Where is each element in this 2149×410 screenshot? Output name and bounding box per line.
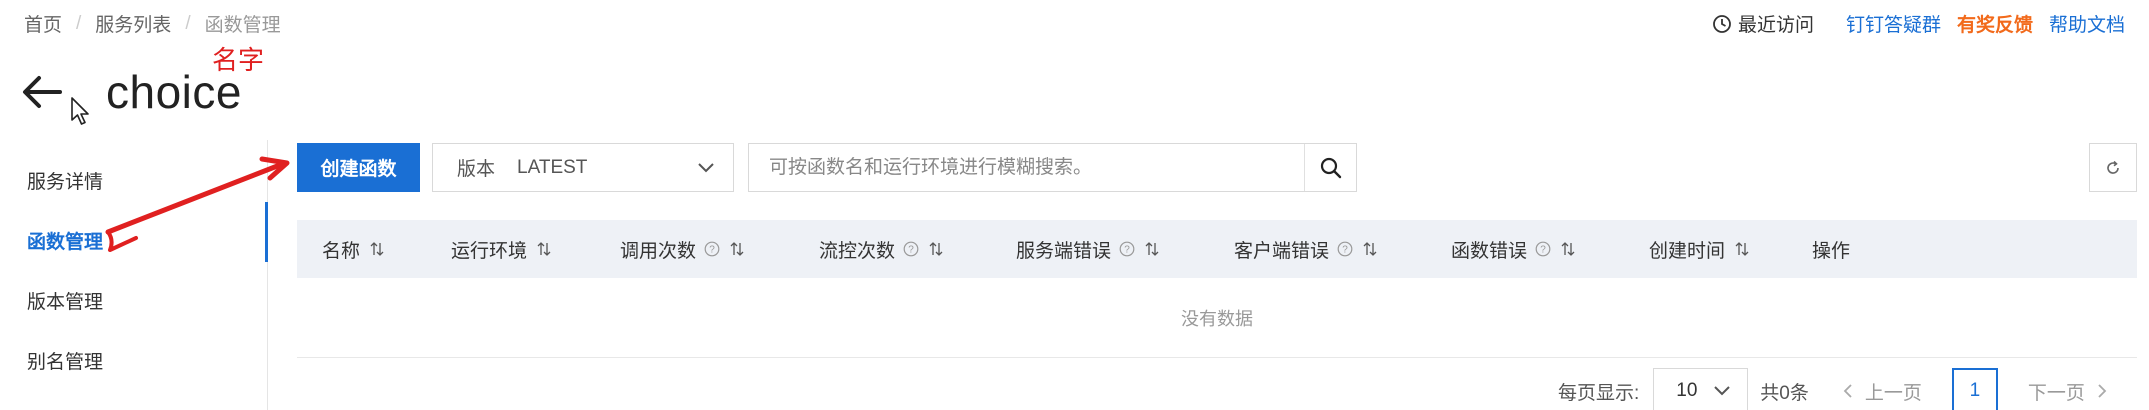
help-docs-link[interactable]: 帮助文档 (2049, 10, 2125, 37)
sidebar-item-service-details[interactable]: 服务详情 (27, 167, 103, 194)
column-header-name[interactable]: 名称 (322, 220, 384, 278)
column-label: 创建时间 (1649, 240, 1726, 262)
per-page-label: 每页显示: (1558, 382, 1640, 404)
feedback-link[interactable]: 有奖反馈 (1957, 10, 2033, 37)
recent-visits-label: 最近访问 (1737, 15, 1814, 36)
back-button[interactable] (22, 72, 66, 112)
column-label: 函数错误 (1451, 240, 1528, 262)
chevron-down-icon (1714, 386, 1730, 396)
help-icon[interactable]: ? (1119, 241, 1135, 257)
total-count: 共0条 (1760, 382, 1809, 404)
search-box (748, 143, 1357, 192)
prev-page-button[interactable]: 上一页 (1843, 378, 1922, 405)
sidebar: 服务详情 函数管理 版本管理 别名管理 (0, 140, 268, 410)
sort-icon[interactable] (1363, 242, 1377, 256)
annotation-name-label: 名字 (212, 45, 265, 75)
breadcrumb-service-list[interactable]: 服务列表 (95, 10, 171, 37)
sort-icon[interactable] (1735, 242, 1749, 256)
title-row: choice (22, 62, 242, 122)
breadcrumb-separator: / (76, 12, 82, 34)
column-header-client-errors[interactable]: 客户端错误 ? (1234, 220, 1377, 278)
help-icon[interactable]: ? (1337, 241, 1353, 257)
column-header-actions: 操作 (1812, 220, 1850, 278)
chevron-left-icon (1843, 384, 1852, 398)
breadcrumb-current: 函数管理 (204, 15, 281, 36)
chevron-down-icon (698, 162, 714, 172)
next-page-label: 下一页 (2027, 382, 2085, 404)
svg-text:?: ? (709, 245, 715, 256)
version-select-value: LATEST (517, 156, 588, 178)
column-header-runtime[interactable]: 运行环境 (451, 220, 551, 278)
page-number-current[interactable]: 1 (1951, 368, 1998, 410)
column-header-invocations[interactable]: 调用次数 ? (620, 220, 744, 278)
sidebar-item-version-management[interactable]: 版本管理 (27, 287, 103, 314)
clock-icon (1713, 14, 1731, 33)
top-links: 最近访问 钉钉答疑群 有奖反馈 帮助文档 (1712, 10, 2125, 37)
sort-icon[interactable] (730, 242, 744, 256)
svg-text:?: ? (1540, 245, 1546, 256)
breadcrumb-home[interactable]: 首页 (24, 10, 62, 37)
arrow-left-icon (23, 76, 62, 108)
column-label: 流控次数 (819, 240, 896, 262)
page-size-value: 10 (1676, 380, 1698, 401)
recent-visits-link[interactable]: 最近访问 (1712, 10, 1814, 37)
toolbar: 创建函数 版本 LATEST (297, 143, 1357, 192)
table-header: 名称 运行环境 调用次数 ? 流控次数 ? 服务端错误 ? 客户端错误 ? 函数… (297, 220, 2137, 278)
breadcrumb: 首页 / 服务列表 / 函数管理 (24, 10, 281, 37)
sidebar-item-function-management[interactable]: 函数管理 (27, 227, 103, 254)
sort-icon[interactable] (370, 242, 384, 256)
column-header-created-time[interactable]: 创建时间 (1649, 220, 1749, 278)
svg-text:?: ? (1124, 245, 1130, 256)
column-label: 服务端错误 (1016, 240, 1112, 262)
create-function-button[interactable]: 创建函数 (297, 143, 420, 192)
version-select[interactable]: 版本 LATEST (432, 143, 734, 192)
search-icon (1320, 157, 1341, 178)
page-size-select[interactable]: 10 (1653, 368, 1749, 410)
svg-text:?: ? (908, 245, 914, 256)
column-label: 操作 (1812, 240, 1851, 262)
mouse-cursor-icon (71, 97, 89, 125)
help-icon[interactable]: ? (704, 241, 720, 257)
dingtalk-group-link[interactable]: 钉钉答疑群 (1846, 10, 1941, 37)
column-label: 调用次数 (620, 240, 697, 262)
search-button[interactable] (1304, 144, 1356, 191)
sort-icon[interactable] (929, 242, 943, 256)
version-select-label: 版本 (457, 159, 496, 180)
column-label: 客户端错误 (1234, 240, 1330, 262)
column-header-server-errors[interactable]: 服务端错误 ? (1016, 220, 1159, 278)
next-page-button[interactable]: 下一页 (2028, 378, 2107, 405)
breadcrumb-separator: / (185, 12, 191, 34)
sort-icon[interactable] (1561, 242, 1575, 256)
column-header-throttles[interactable]: 流控次数 ? (819, 220, 943, 278)
chevron-right-icon (2098, 384, 2107, 398)
help-icon[interactable]: ? (903, 241, 919, 257)
table-empty-state: 没有数据 (297, 278, 2137, 358)
functions-table: 名称 运行环境 调用次数 ? 流控次数 ? 服务端错误 ? 客户端错误 ? 函数… (297, 220, 2137, 358)
sort-icon[interactable] (537, 242, 551, 256)
column-label: 运行环境 (451, 240, 528, 262)
sort-icon[interactable] (1145, 242, 1159, 256)
svg-text:?: ? (1342, 245, 1348, 256)
prev-page-label: 上一页 (1864, 382, 1922, 404)
help-icon[interactable]: ? (1535, 241, 1551, 257)
refresh-icon (2107, 160, 2119, 174)
column-header-function-errors[interactable]: 函数错误 ? (1451, 220, 1575, 278)
search-input[interactable] (749, 144, 1304, 191)
column-label: 名称 (322, 240, 361, 262)
sidebar-item-alias-management[interactable]: 别名管理 (27, 347, 103, 374)
sidebar-active-indicator (265, 202, 268, 262)
refresh-button[interactable] (2089, 143, 2137, 192)
pagination: 每页显示: 10 共0条 上一页 1 下一页 (1558, 368, 2107, 410)
